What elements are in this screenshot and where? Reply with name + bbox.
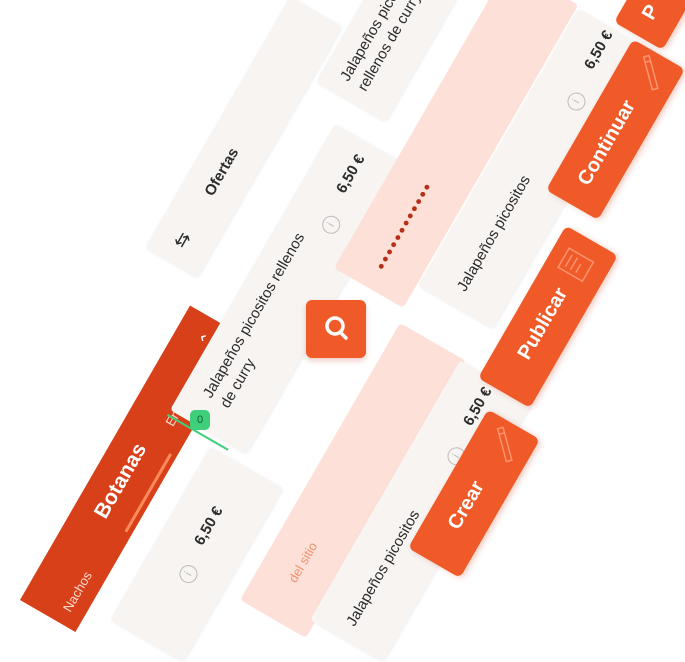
crear-label: Crear (443, 477, 489, 534)
product-price: 6,50 € (332, 151, 369, 197)
search-icon (325, 316, 348, 340)
search-input[interactable]: del sitio (285, 539, 320, 585)
tab-nachos[interactable]: Nachos (60, 569, 95, 615)
quantity-badge: 0 (190, 410, 210, 430)
tab-botanas[interactable]: Botanas (90, 439, 152, 523)
pencil-icon (496, 426, 513, 463)
info-icon[interactable]: i (176, 561, 201, 587)
info-icon[interactable]: i (564, 89, 589, 114)
product-price: 6,50 € (190, 503, 227, 549)
badge-count: 0 (196, 414, 204, 426)
info-icon[interactable]: i (318, 212, 344, 238)
top-right-label: P (637, 1, 664, 24)
offers-label: Ofertas (201, 144, 243, 199)
rotated-ui-collage: Nachos Botanas Ensaladas ⌃ ⇆ Ofertas Jal… (0, 0, 685, 662)
document-pencil-icon (557, 247, 595, 283)
password-input[interactable]: •••••••••••• (371, 178, 439, 275)
product-price: 6,50 € (580, 27, 617, 73)
pencil-icon (642, 54, 659, 91)
publicar-label: Publicar (513, 284, 573, 364)
search-button[interactable] (306, 300, 366, 358)
swap-arrows-icon: ⇆ (169, 228, 195, 252)
